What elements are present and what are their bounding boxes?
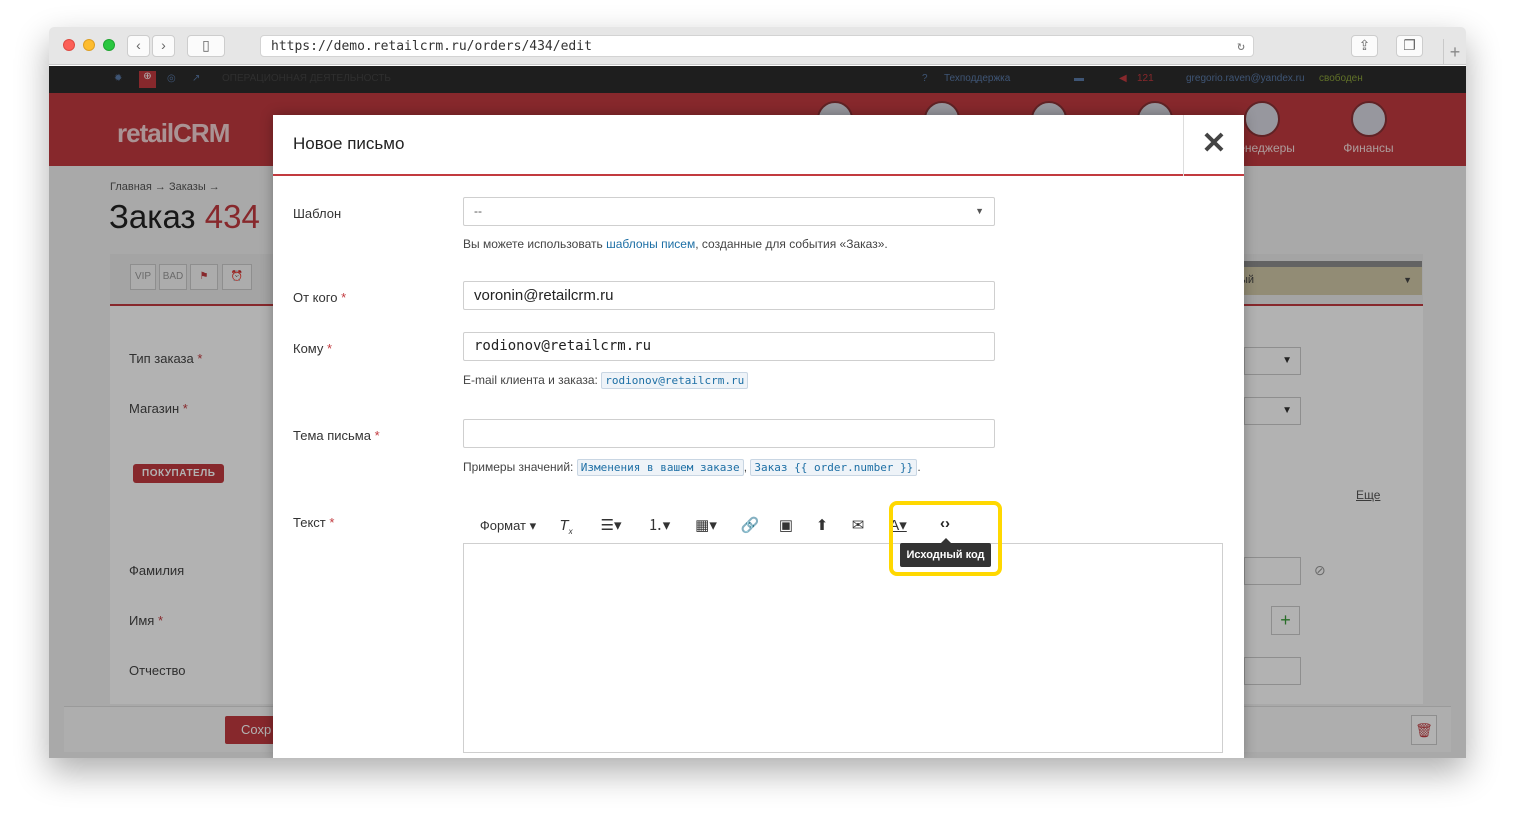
template-value: -- [474,204,482,218]
address-bar[interactable]: https://demo.retailcrm.ru/orders/434/edi… [260,35,1254,57]
chevron-down-icon: ▼ [975,206,984,216]
text-label-text: Текст [293,515,326,530]
templates-link[interactable]: шаблоны писем [606,237,695,251]
url-text: https://demo.retailcrm.ru/orders/434/edi… [271,39,592,54]
from-label-text: От кого [293,290,338,305]
required-mark: * [374,428,380,443]
required-mark: * [329,515,335,530]
forward-button[interactable]: › [152,35,175,57]
close-icon[interactable]: ✕ [1183,115,1244,176]
close-window-button[interactable] [63,39,75,51]
subject-hint: Примеры значений: Изменения в вашем зака… [463,459,921,476]
to-label-text: Кому [293,341,324,356]
format-dropdown[interactable]: Формат ▾ [473,515,543,537]
client-email-chip[interactable]: rodionov@retailcrm.ru [601,372,749,389]
clear-format-icon[interactable]: Tx [555,515,577,543]
subject-label-text: Тема письма [293,428,371,443]
bullet-list-icon[interactable]: ☰▾ [593,515,629,537]
subject-example-chip[interactable]: Изменения в вашем заказе [576,459,744,476]
reload-icon[interactable]: ↻ [1237,36,1245,57]
mail-icon[interactable]: ✉ [847,515,869,537]
required-mark: * [327,341,333,356]
from-label: От кого * [293,290,346,305]
new-email-modal: Новое письмо ✕ Шаблон -- ▼ Вы можете испо… [273,115,1244,758]
app: ✹ ⊕ ◎ ↗ ОПЕРАЦИОННАЯ ДЕЯТЕЛЬНОСТЬ ? Техп… [49,66,1466,758]
template-hint-text: Вы можете использовать [463,237,603,251]
subject-example-chip[interactable]: Заказ {{ order.number }} [750,459,918,476]
template-hint: Вы можете использовать шаблоны писем, со… [463,237,888,251]
subject-label: Тема письма * [293,428,380,443]
new-tab-button[interactable]: + [1443,39,1466,65]
text-label: Текст * [293,515,334,530]
template-label: Шаблон [293,206,342,221]
table-icon[interactable]: ▦▾ [689,515,723,537]
subject-hint-text: Примеры значений: [463,460,574,474]
required-mark: * [341,290,347,305]
link-icon[interactable]: 🔗 [739,515,761,537]
upload-icon[interactable]: ⬆ [811,515,833,537]
from-input[interactable]: voronin@retailcrm.ru [463,281,995,310]
to-hint-text: E-mail клиента и заказа: [463,373,598,387]
modal-title: Новое письмо [293,134,405,153]
template-hint-suffix: , созданные для события «Заказ». [695,237,888,251]
to-input[interactable]: rodionov@retailcrm.ru [463,332,995,361]
image-icon[interactable]: ▣ [775,515,797,537]
modal-header: Новое письмо ✕ [273,115,1244,176]
tabs-button[interactable]: ❐ [1396,35,1423,57]
template-select[interactable]: -- ▼ [463,197,995,226]
source-code-tooltip: Исходный код [900,538,991,567]
to-label: Кому * [293,341,332,356]
subject-input[interactable] [463,419,995,448]
to-hint: E-mail клиента и заказа: rodionov@retail… [463,372,749,389]
back-button[interactable]: ‹ [127,35,150,57]
minimize-window-button[interactable] [83,39,95,51]
browser-toolbar: ‹ › ▯ https://demo.retailcrm.ru/orders/4… [49,27,1466,65]
numbered-list-icon[interactable]: ⒈▾ [641,515,677,537]
format-label: Формат [479,518,527,533]
maximize-window-button[interactable] [103,39,115,51]
browser-window: ‹ › ▯ https://demo.retailcrm.ru/orders/4… [49,27,1466,758]
email-body-editor[interactable] [463,543,1223,753]
share-button[interactable]: ⇪ [1351,35,1378,57]
sidebar-toggle-button[interactable]: ▯ [187,35,225,57]
